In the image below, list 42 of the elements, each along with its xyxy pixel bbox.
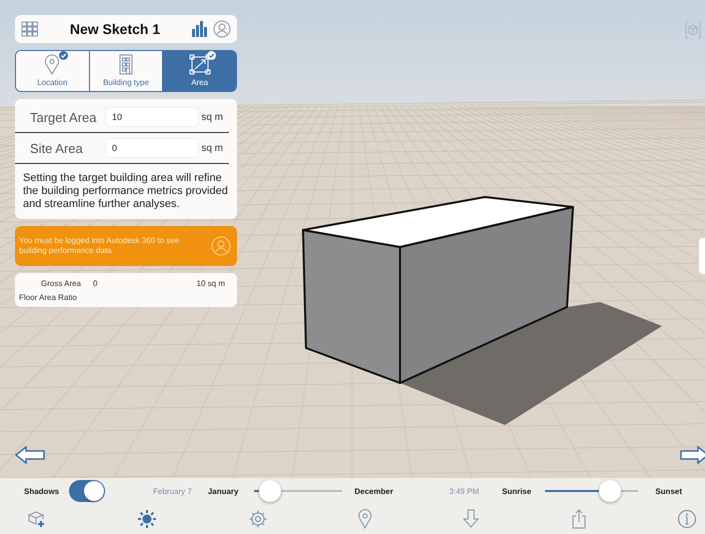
user-icon[interactable]	[211, 236, 231, 256]
date-value: February 7	[153, 486, 192, 496]
input-field[interactable]: 0	[105, 138, 199, 158]
help-text: Setting the target building area will refine the building performance metrics provided and streamline further analyses.	[22, 171, 229, 211]
side-handle[interactable]	[699, 238, 705, 274]
tab[interactable]: Area	[162, 51, 236, 91]
unit-label: sq m	[201, 112, 223, 122]
metric-label: Floor Area Ratio	[19, 293, 77, 302]
sketch-title: New Sketch 1	[68, 21, 162, 37]
metric-value: 10 sq m	[196, 279, 225, 288]
date-slider[interactable]	[254, 480, 342, 502]
sun-icon[interactable]	[137, 509, 158, 529]
slider-thumb[interactable]	[259, 480, 282, 502]
field-label: Target Area	[30, 110, 98, 124]
location-pin-icon[interactable]	[358, 509, 372, 529]
down-arrow-icon[interactable]	[462, 509, 480, 529]
left-arrow-icon[interactable]	[15, 446, 45, 464]
grid-icon[interactable]	[21, 21, 39, 37]
slider-start-label: January	[208, 486, 238, 496]
settings-icon[interactable]	[248, 509, 268, 529]
area-square-icon	[188, 54, 211, 75]
slider-start-label: Sunrise	[502, 486, 532, 496]
time-value: 3:49 PM	[449, 486, 479, 496]
metric-value: 0	[93, 279, 98, 288]
bar-chart-icon[interactable]	[191, 21, 207, 37]
right-arrow-icon[interactable]	[680, 446, 705, 464]
metric-label: Gross Area	[40, 279, 81, 288]
unit-label: sq m	[201, 142, 223, 154]
slider-thumb[interactable]	[599, 480, 622, 502]
shadows-toggle[interactable]	[69, 480, 106, 502]
time-slider[interactable]	[545, 480, 638, 502]
input-field[interactable]: 10	[105, 107, 199, 127]
user-icon[interactable]	[213, 20, 231, 38]
field-label: Site Area	[30, 140, 84, 156]
share-icon[interactable]	[570, 509, 587, 529]
info-icon[interactable]	[676, 509, 697, 529]
cube-icon[interactable]	[685, 21, 701, 39]
slider-end-label: December	[354, 486, 394, 496]
slider-end-label: Sunset	[655, 486, 682, 496]
add-box-icon[interactable]	[27, 510, 47, 528]
banner-message: You must be logged into Autodesk 360 to see building performance data	[19, 236, 180, 256]
shadows-label: Shadows	[24, 486, 60, 496]
